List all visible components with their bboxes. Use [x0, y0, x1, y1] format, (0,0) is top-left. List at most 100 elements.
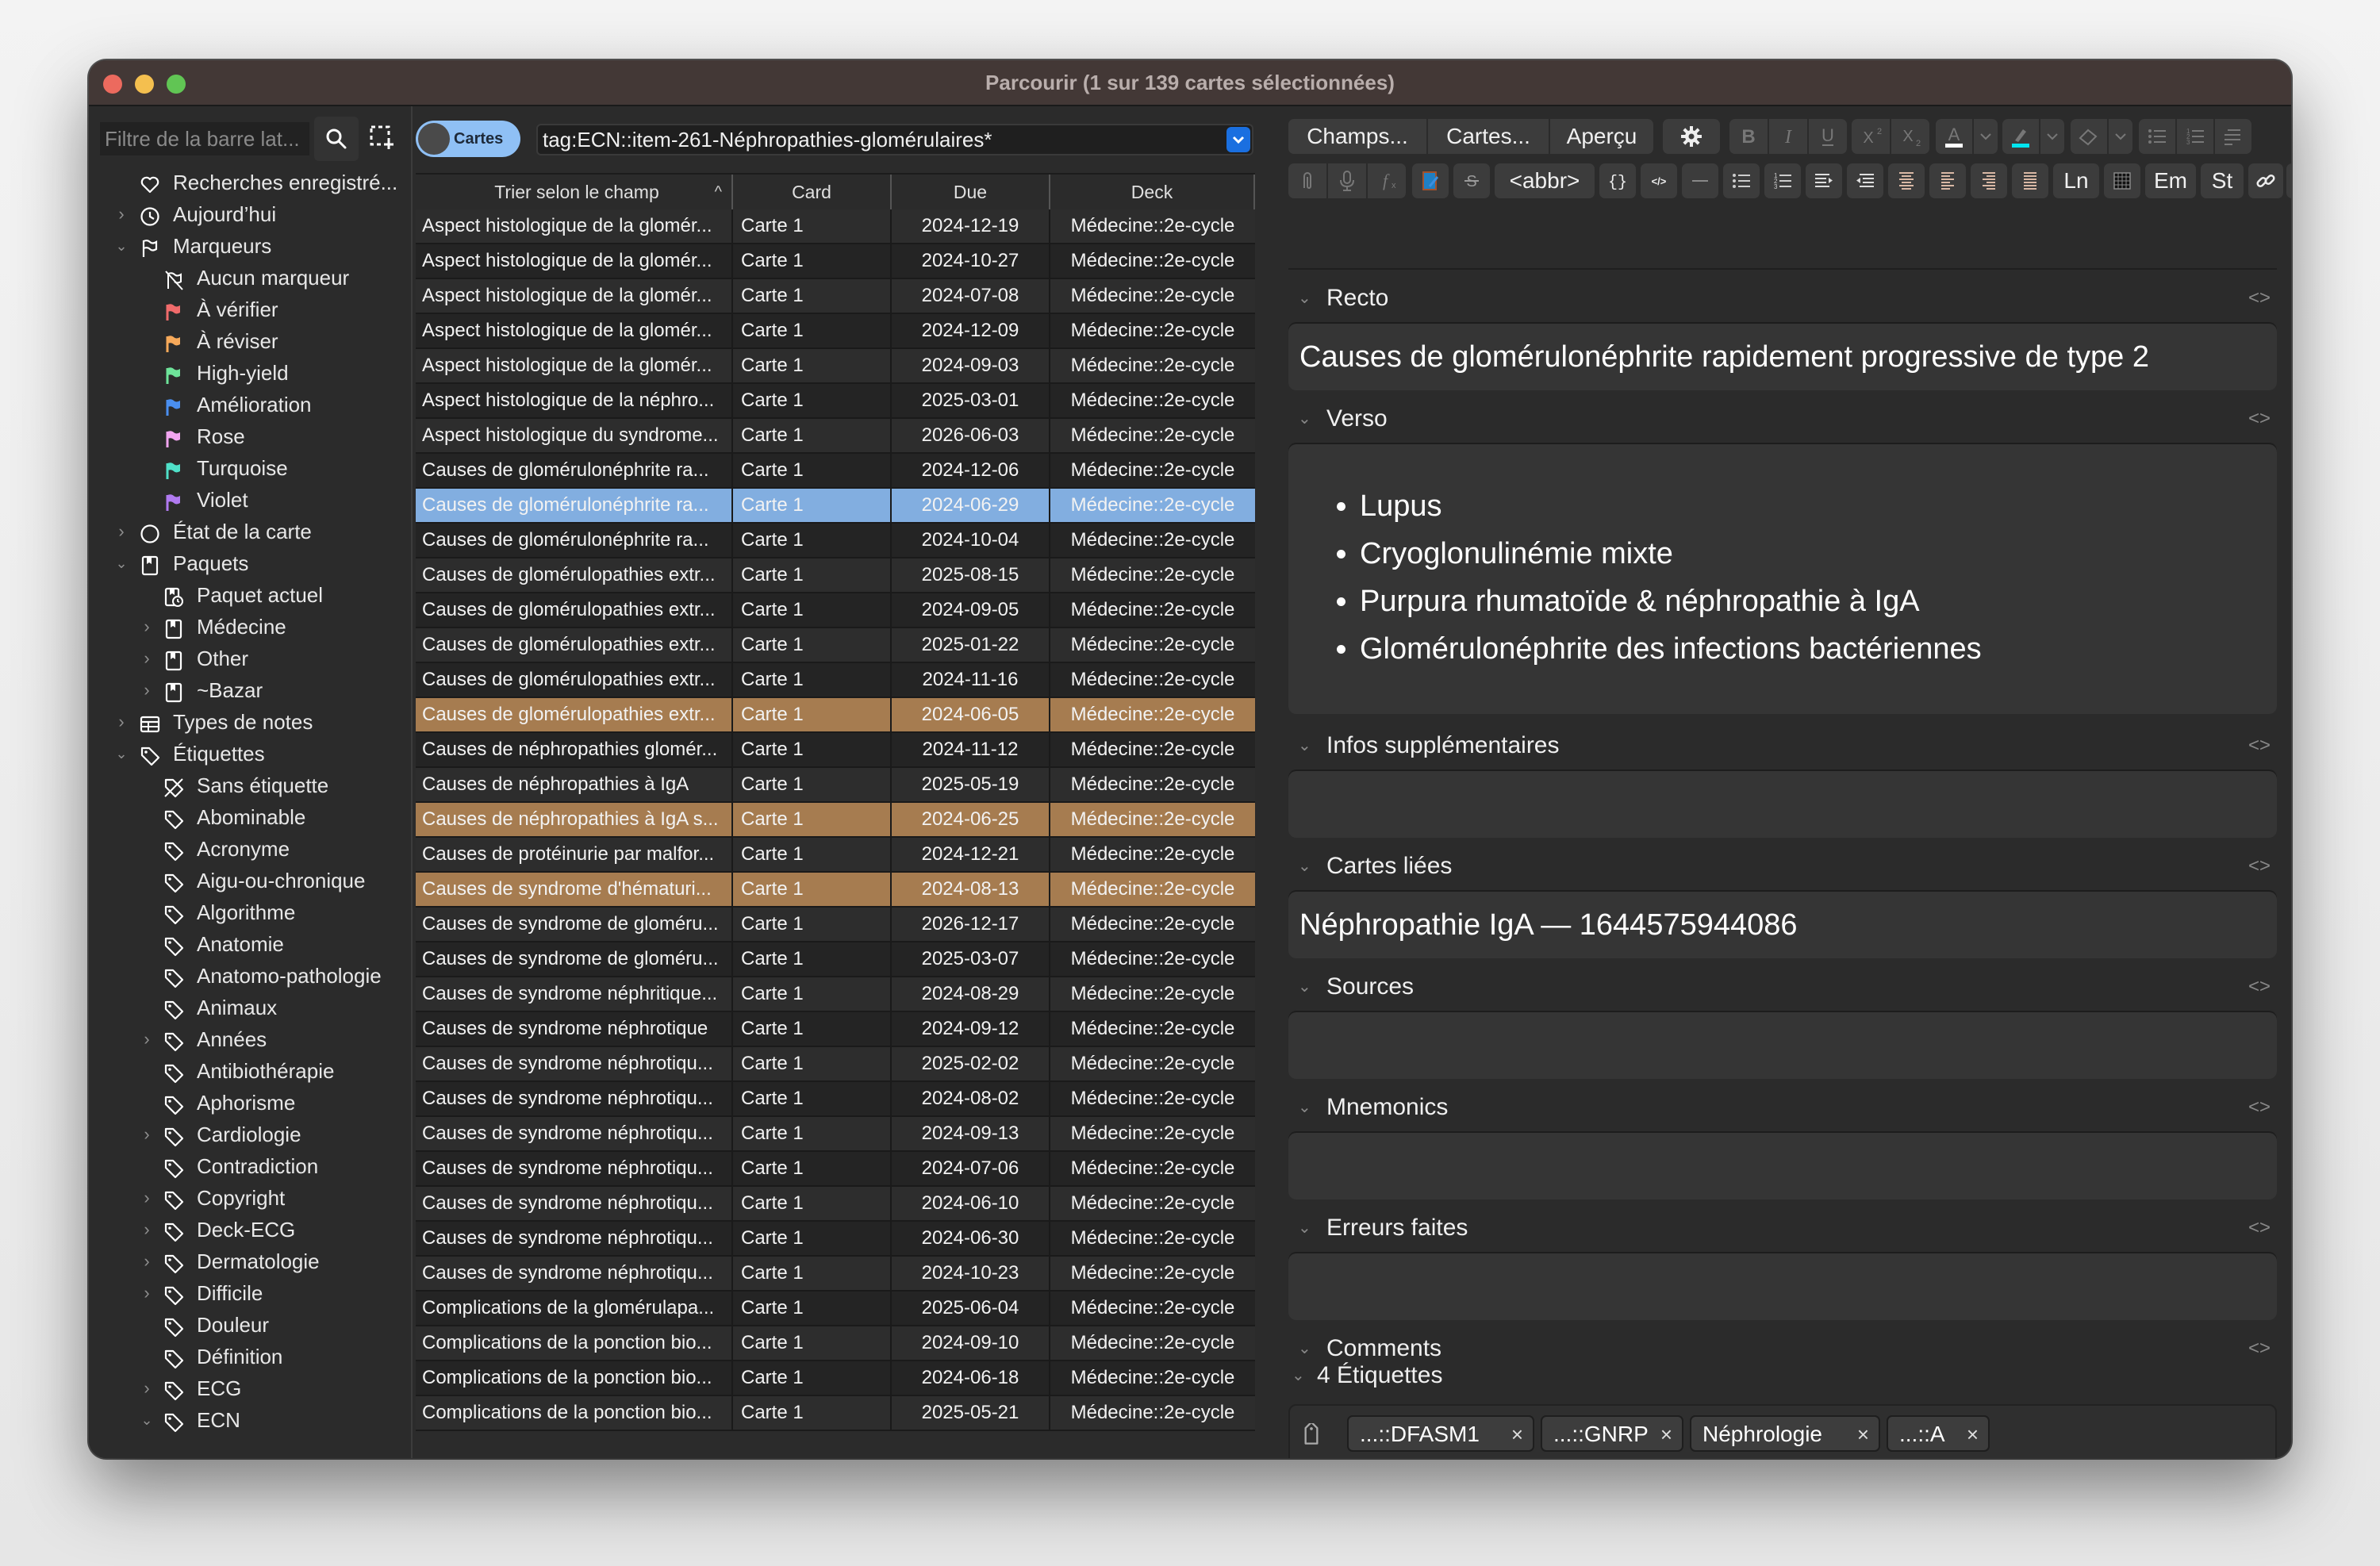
table-row[interactable]: Aspect histologique de la glomér... Carte… — [416, 314, 1255, 349]
sidebar-item-violet[interactable]: Violet — [89, 484, 411, 516]
highlight-color-dropdown[interactable] — [2040, 119, 2064, 154]
superscript-button[interactable]: X2 — [1852, 119, 1890, 154]
sidebar-item-aphorisme[interactable]: Aphorisme — [89, 1087, 411, 1119]
table-row[interactable]: Complications de la ponction bio... Carte… — [416, 1361, 1255, 1396]
cards-notes-toggle[interactable]: Cartes — [416, 121, 520, 157]
chevron-right-icon[interactable]: › — [138, 643, 155, 674]
tag-chip[interactable]: ...::DFASM1 × — [1347, 1415, 1534, 1452]
table-row[interactable]: Causes de syndrome néphrotiqu... Carte 12… — [416, 1152, 1255, 1187]
table-row[interactable]: Causes de syndrome néphrotiqu... Carte 12… — [416, 1257, 1255, 1292]
chevron-right-icon[interactable]: › — [138, 1246, 155, 1277]
text-color-button[interactable]: A — [1936, 119, 1972, 154]
sidebar-item-paquets[interactable]: ⌄ Paquets — [89, 547, 411, 579]
collapse-field-icon[interactable]: ⌄ — [1298, 403, 1311, 435]
alignment-button[interactable] — [2215, 119, 2251, 154]
align-justify-button[interactable] — [2012, 163, 2048, 198]
chevron-right-icon[interactable]: › — [138, 1119, 155, 1150]
sidebar-item-etiquettes[interactable]: ⌄ Étiquettes — [89, 738, 411, 770]
align-center-button[interactable] — [1888, 163, 1925, 198]
underline-button[interactable]: U — [1809, 119, 1847, 154]
chevron-right-icon[interactable]: › — [138, 611, 155, 643]
indent-button[interactable] — [1806, 163, 1842, 198]
chevron-right-icon[interactable]: › — [138, 1023, 155, 1055]
horizontal-rule-button[interactable] — [1682, 163, 1718, 198]
remove-tag-icon[interactable]: × — [1857, 1417, 1869, 1452]
chevron-right-icon[interactable]: › — [113, 516, 130, 547]
chevron-right-icon[interactable]: › — [138, 1277, 155, 1309]
abbr-button[interactable]: <abbr> — [1495, 163, 1595, 198]
html-editor-toggle-icon[interactable]: <> — [2248, 403, 2271, 435]
remove-format-dropdown[interactable] — [2109, 119, 2132, 154]
collapse-field-icon[interactable]: ⌄ — [1298, 971, 1311, 1003]
sidebar-item-recherches-enregistre[interactable]: Recherches enregistré... — [89, 167, 411, 198]
table-row[interactable]: Complications de la ponction bio... Carte… — [416, 1326, 1255, 1361]
sidebar-item-copyright[interactable]: › Copyright — [89, 1182, 411, 1214]
attach-file-button[interactable] — [1288, 163, 1326, 198]
table-row[interactable]: Aspect histologique de la glomér... Carte… — [416, 349, 1255, 384]
field-input[interactable]: Causes de glomérulonéphrite rapidement p… — [1288, 324, 2277, 390]
sidebar-item-paquet-actuel[interactable]: Paquet actuel — [89, 579, 411, 611]
highlight-color-button[interactable] — [2002, 119, 2039, 154]
table-row[interactable]: Causes de glomérulopathies extr... Carte … — [416, 663, 1255, 698]
table-row[interactable]: Aspect histologique de la glomér... Carte… — [416, 244, 1255, 279]
collapse-field-icon[interactable]: ⌄ — [1298, 730, 1311, 762]
sidebar-item-aigu-ou-chronique[interactable]: Aigu-ou-chronique — [89, 865, 411, 896]
collapse-field-icon[interactable]: ⌄ — [1298, 1212, 1311, 1244]
selection-mode-button[interactable] — [368, 124, 395, 155]
table-row[interactable]: Complications de la ponction bio... Carte… — [416, 1396, 1255, 1431]
chevron-down-icon[interactable]: ⌄ — [113, 738, 130, 770]
insert-table-button[interactable] — [2104, 163, 2140, 198]
table-row[interactable]: Causes de syndrome d'hématuri... Carte 12… — [416, 873, 1255, 908]
table-row[interactable]: Causes de syndrome néphrotiqu... Carte 12… — [416, 1082, 1255, 1117]
strikethrough-button[interactable]: S — [1453, 163, 1490, 198]
table-row[interactable]: Complications de la glomérulapa... Carte … — [416, 1292, 1255, 1326]
column-header-deck[interactable]: Deck — [1050, 175, 1255, 209]
sidebar-item-a-verifier[interactable]: À vérifier — [89, 294, 411, 325]
sidebar-item-algorithme[interactable]: Algorithme — [89, 896, 411, 928]
chevron-down-icon[interactable]: ⌄ — [113, 230, 130, 262]
sidebar-item-etat-de-la-carte[interactable]: › État de la carte — [89, 516, 411, 547]
collapse-field-icon[interactable]: ⌄ — [1298, 282, 1311, 314]
table-row[interactable]: Causes de syndrome néphrotique Carte 1 202… — [416, 1012, 1255, 1047]
table-row[interactable]: Causes de néphropathies glomér... Carte 1… — [416, 733, 1255, 768]
sidebar-item-cardiologie[interactable]: › Cardiologie — [89, 1119, 411, 1150]
tag-chip[interactable]: Néphrologie × — [1690, 1415, 1880, 1452]
sidebar-item-aucun-marqueur[interactable]: Aucun marqueur — [89, 262, 411, 294]
sidebar-item-contradiction[interactable]: Contradiction — [89, 1150, 411, 1182]
sidebar-item-rose[interactable]: Rose — [89, 420, 411, 452]
field-input[interactable] — [1288, 1012, 2277, 1079]
chevron-right-icon[interactable]: › — [138, 674, 155, 706]
chevron-down-icon[interactable]: ⌄ — [113, 547, 130, 579]
sidebar-item-douleur[interactable]: Douleur — [89, 1309, 411, 1341]
align-right-button[interactable] — [1971, 163, 2007, 198]
sidebar-item-anatomo-pathologie[interactable]: Anatomo-pathologie — [89, 960, 411, 992]
outdent-button[interactable] — [1847, 163, 1883, 198]
sidebar-filter-input[interactable]: Filtre de la barre lat... — [100, 122, 309, 155]
field-input[interactable] — [1288, 1133, 2277, 1199]
bullet-list-button[interactable] — [1723, 163, 1760, 198]
table-row[interactable]: Aspect histologique de la glomér... Carte… — [416, 209, 1255, 244]
sidebar-item-other[interactable]: › Other — [89, 643, 411, 674]
table-row-selected[interactable]: Causes de glomérulonéphrite ra... Carte 1… — [416, 489, 1255, 524]
sidebar-item-high-yield[interactable]: High-yield — [89, 357, 411, 389]
insert-link-button[interactable] — [2248, 163, 2283, 198]
field-input[interactable] — [1288, 1253, 2277, 1320]
sidebar-item-animaux[interactable]: Animaux — [89, 992, 411, 1023]
sidebar-item-ecn[interactable]: ⌄ ECN — [89, 1404, 411, 1436]
unordered-list-button[interactable] — [2139, 119, 2175, 154]
collapse-tags-icon[interactable]: ⌄ — [1292, 1358, 1305, 1393]
sidebar-item-medecine[interactable]: › Médecine — [89, 611, 411, 643]
st-button[interactable]: St — [2201, 163, 2244, 198]
text-color-dropdown[interactable] — [1974, 119, 1998, 154]
chevron-right-icon[interactable]: › — [113, 198, 130, 230]
italic-button[interactable]: I — [1769, 119, 1807, 154]
column-header-due[interactable]: Due — [892, 175, 1050, 209]
table-row[interactable]: Causes de glomérulopathies extr... Carte … — [416, 593, 1255, 628]
collapse-field-icon[interactable]: ⌄ — [1298, 850, 1311, 882]
html-code-button[interactable]: </> — [1641, 163, 1677, 198]
html-editor-toggle-icon[interactable]: <> — [2248, 1092, 2271, 1123]
sidebar-item-bazar[interactable]: › ~Bazar — [89, 674, 411, 706]
remove-tag-icon[interactable]: × — [1967, 1417, 1979, 1452]
unlink-button[interactable] — [2286, 163, 2291, 198]
table-row[interactable]: Causes de syndrome néphrotiqu... Carte 12… — [416, 1187, 1255, 1222]
